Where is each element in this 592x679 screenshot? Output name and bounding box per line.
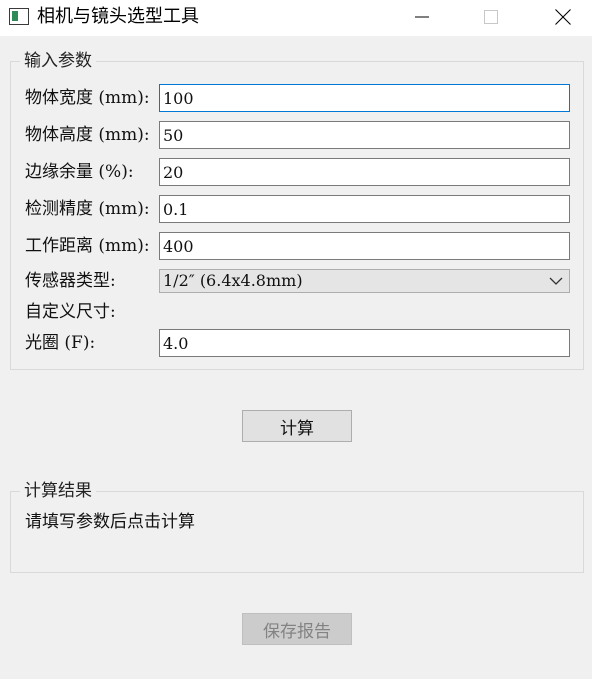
maximize-icon	[484, 10, 498, 24]
detection-precision-label: 检测精度 (mm):	[25, 199, 150, 219]
result-title: 计算结果	[20, 480, 96, 502]
result-message: 请填写参数后点击计算	[25, 512, 195, 532]
sensor-type-selected: 1/2″ (6.4x4.8mm)	[163, 271, 303, 290]
sensor-type-label: 传感器类型:	[25, 271, 116, 291]
aperture-input[interactable]	[159, 329, 570, 357]
calculate-button[interactable]: 计算	[242, 410, 352, 442]
maximize-button[interactable]	[468, 0, 514, 34]
object-height-label: 物体高度 (mm):	[25, 125, 150, 145]
minimize-button[interactable]	[399, 0, 445, 34]
object-width-input[interactable]	[159, 84, 570, 112]
input-parameters-title: 输入参数	[20, 50, 96, 72]
save-report-button[interactable]: 保存报告	[242, 613, 352, 645]
aperture-label: 光圈 (F):	[25, 333, 96, 353]
minimize-icon	[415, 16, 429, 18]
detection-precision-input[interactable]	[159, 195, 570, 223]
window-title: 相机与镜头选型工具	[37, 6, 199, 27]
title-bar: 相机与镜头选型工具	[0, 0, 592, 36]
edge-margin-input[interactable]	[159, 158, 570, 186]
working-distance-label: 工作距离 (mm):	[25, 236, 150, 256]
sensor-type-select[interactable]: 1/2″ (6.4x4.8mm)	[159, 269, 570, 293]
chevron-down-icon	[549, 277, 563, 285]
app-window-icon	[9, 8, 29, 25]
edge-margin-label: 边缘余量 (%):	[25, 162, 134, 182]
close-icon	[555, 9, 571, 25]
close-button[interactable]	[540, 0, 586, 34]
object-width-label: 物体宽度 (mm):	[25, 88, 150, 108]
object-height-input[interactable]	[159, 121, 570, 149]
custom-size-label: 自定义尺寸:	[25, 302, 116, 322]
working-distance-input[interactable]	[159, 232, 570, 260]
